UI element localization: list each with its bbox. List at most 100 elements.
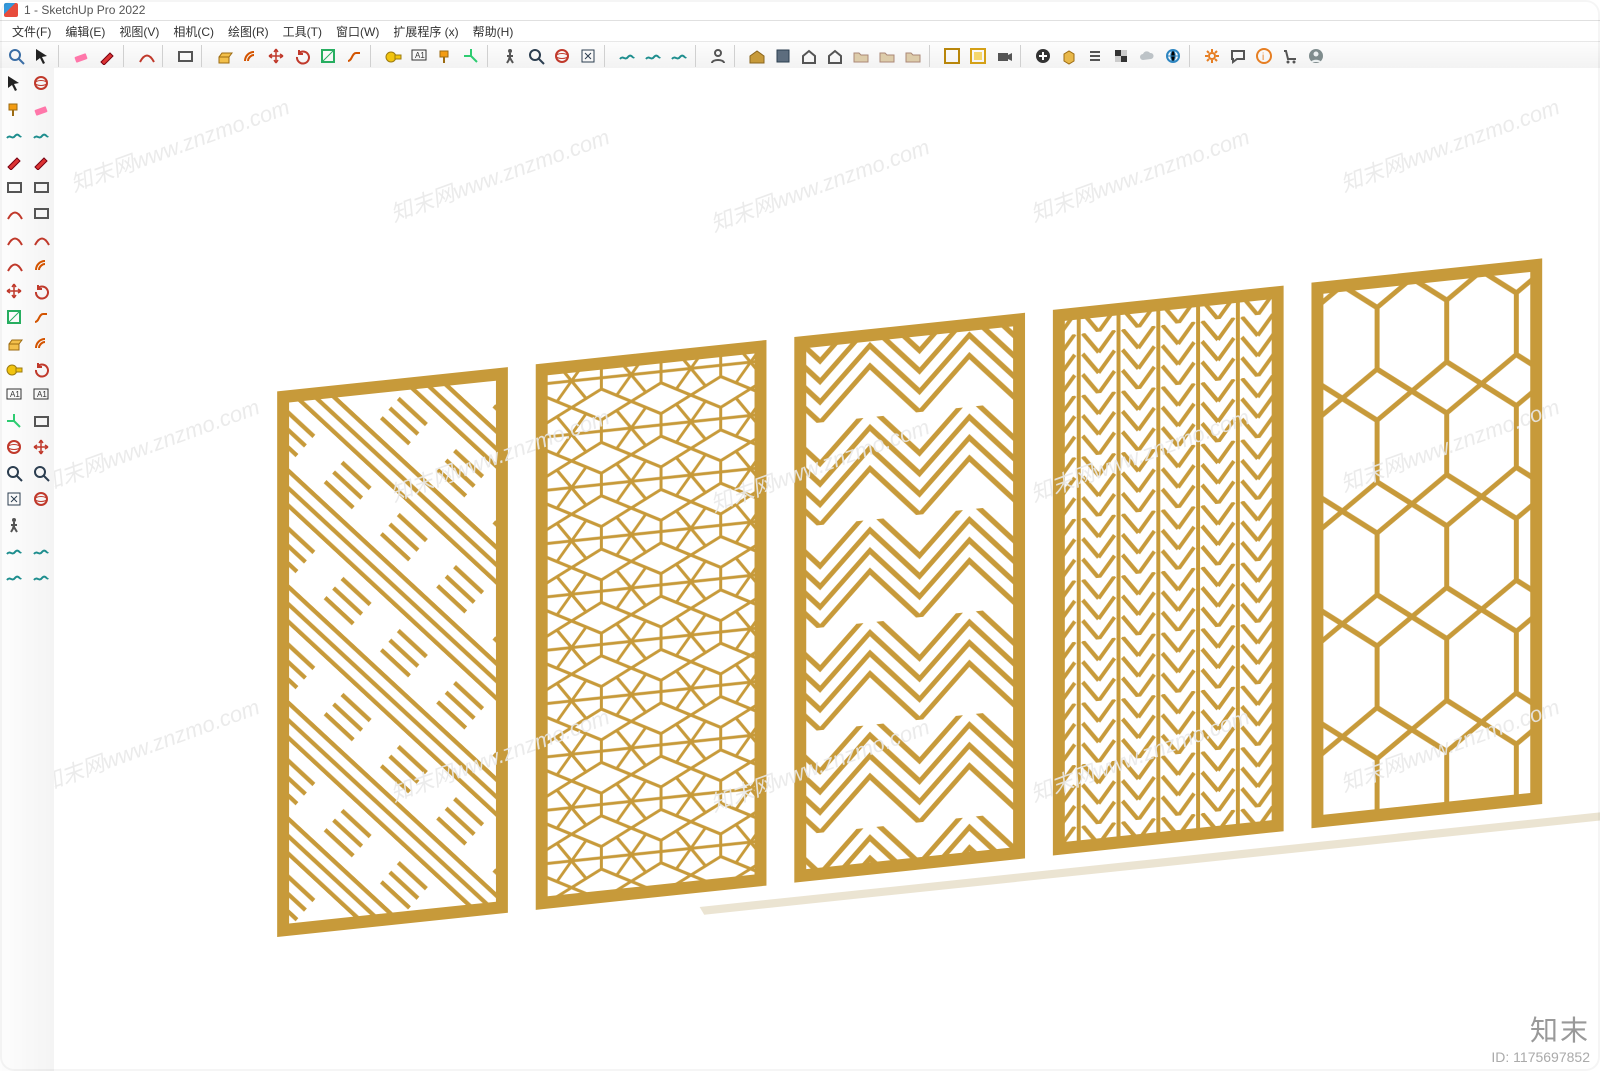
camera-icon[interactable] [992, 44, 1016, 68]
cloud-icon[interactable] [1135, 44, 1159, 68]
warehouse-icon[interactable] [745, 44, 769, 68]
screen-panel-herringbone-columns [1059, 292, 1278, 848]
pencil-icon[interactable] [2, 149, 26, 173]
menu-tools[interactable]: 工具(T) [277, 23, 328, 40]
rectangle-rot-icon[interactable] [29, 175, 53, 199]
walk-icon[interactable] [498, 44, 522, 68]
eraser-icon[interactable] [29, 97, 53, 121]
menu-edit[interactable]: 编辑(E) [59, 23, 111, 40]
eraser-icon[interactable] [69, 44, 93, 68]
scale-icon[interactable] [2, 305, 26, 329]
sandbox3-icon[interactable] [2, 565, 26, 589]
footprints-icon[interactable] [2, 513, 26, 537]
pushpull-icon[interactable] [2, 331, 26, 355]
arc-2pt-icon[interactable] [29, 227, 53, 251]
checker-icon[interactable] [1109, 44, 1133, 68]
move-icon[interactable] [2, 279, 26, 303]
offset2-icon[interactable] [29, 331, 53, 355]
rotate-icon[interactable] [29, 279, 53, 303]
move-icon[interactable] [264, 44, 288, 68]
scale-icon[interactable] [316, 44, 340, 68]
viewport-canvas[interactable] [54, 68, 1600, 1071]
axes-icon[interactable] [459, 44, 483, 68]
tape-icon[interactable] [2, 357, 26, 381]
list-icon[interactable] [1083, 44, 1107, 68]
zoom-extents-icon[interactable] [2, 487, 26, 511]
menu-view[interactable]: 视图(V) [113, 23, 165, 40]
paint-icon[interactable] [2, 97, 26, 121]
spiral-icon[interactable] [2, 123, 26, 147]
orbit-icon[interactable] [2, 435, 26, 459]
freehand-icon[interactable] [29, 149, 53, 173]
user-icon[interactable] [706, 44, 730, 68]
chat-icon[interactable] [1226, 44, 1250, 68]
rotate-icon[interactable] [290, 44, 314, 68]
axes-icon[interactable] [2, 409, 26, 433]
zoom-icon[interactable] [524, 44, 548, 68]
add-icon[interactable] [1031, 44, 1055, 68]
offset-icon[interactable] [238, 44, 262, 68]
arc-pie-icon[interactable] [2, 253, 26, 277]
menu-help[interactable]: 帮助(H) [467, 23, 520, 40]
zoom-window-icon[interactable] [29, 461, 53, 485]
menu-extensions[interactable]: 扩展程序 (x) [387, 23, 464, 40]
rectangle-icon[interactable] [173, 44, 197, 68]
sandbox-drape-icon[interactable] [641, 44, 665, 68]
followme-icon[interactable] [29, 305, 53, 329]
pencil-icon[interactable] [95, 44, 119, 68]
section-icon[interactable] [29, 409, 53, 433]
search-icon[interactable] [4, 44, 28, 68]
eye-icon[interactable] [29, 487, 53, 511]
rectangle-icon[interactable] [2, 175, 26, 199]
arc-icon[interactable] [2, 227, 26, 251]
offset-icon[interactable] [29, 253, 53, 277]
model-viewport[interactable]: 知末网www.znzmo.com 知末网www.znzmo.com 知末网www… [54, 68, 1600, 1071]
cube-icon[interactable] [1057, 44, 1081, 68]
dimension-icon[interactable]: A1 [2, 383, 26, 407]
menu-file[interactable]: 文件(F) [6, 23, 57, 40]
svg-text:A1: A1 [37, 390, 47, 399]
orbit-icon[interactable] [550, 44, 574, 68]
menu-window[interactable]: 窗口(W) [330, 23, 385, 40]
select-arrow-icon[interactable] [30, 44, 54, 68]
screen-panel [283, 265, 1536, 930]
pan-icon[interactable] [29, 435, 53, 459]
protractor-icon[interactable] [29, 357, 53, 381]
zoom-extents-icon[interactable] [576, 44, 600, 68]
orbit-eye-icon[interactable] [29, 71, 53, 95]
cart-icon[interactable] [1278, 44, 1302, 68]
pushpull-icon[interactable] [212, 44, 236, 68]
folder-open-icon[interactable] [875, 44, 899, 68]
text-icon[interactable]: A1 [29, 383, 53, 407]
folder-icon[interactable] [849, 44, 873, 68]
sandbox2-icon[interactable] [29, 539, 53, 563]
svg-text:i: i [1262, 52, 1264, 63]
sandbox-icon[interactable] [615, 44, 639, 68]
zoom-icon[interactable] [2, 461, 26, 485]
menu-camera[interactable]: 相机(C) [167, 23, 220, 40]
title-bar: 1 - SketchUp Pro 2022 [0, 0, 1600, 21]
folder-box-icon[interactable] [901, 44, 925, 68]
tape-icon[interactable] [381, 44, 405, 68]
sandbox-icon[interactable] [2, 539, 26, 563]
component-icon[interactable] [771, 44, 795, 68]
bbox-icon[interactable] [966, 44, 990, 68]
info-icon[interactable]: i [1252, 44, 1276, 68]
outliner-icon[interactable] [940, 44, 964, 68]
paint-icon[interactable] [433, 44, 457, 68]
menu-draw[interactable]: 绘图(R) [222, 23, 275, 40]
followme-icon[interactable] [342, 44, 366, 68]
gear-icon[interactable] [1200, 44, 1224, 68]
polygon-icon[interactable] [29, 201, 53, 225]
arc-icon[interactable] [134, 44, 158, 68]
avatar-icon[interactable] [1304, 44, 1328, 68]
select-arrow-icon[interactable] [2, 71, 26, 95]
house-icon[interactable] [797, 44, 821, 68]
sandbox-stamp-icon[interactable] [667, 44, 691, 68]
circle-icon[interactable] [2, 201, 26, 225]
house-open-icon[interactable] [823, 44, 847, 68]
text-icon[interactable]: A1 [407, 44, 431, 68]
sandbox4-icon[interactable] [29, 565, 53, 589]
globe-icon[interactable] [1161, 44, 1185, 68]
drape-icon[interactable] [29, 123, 53, 147]
